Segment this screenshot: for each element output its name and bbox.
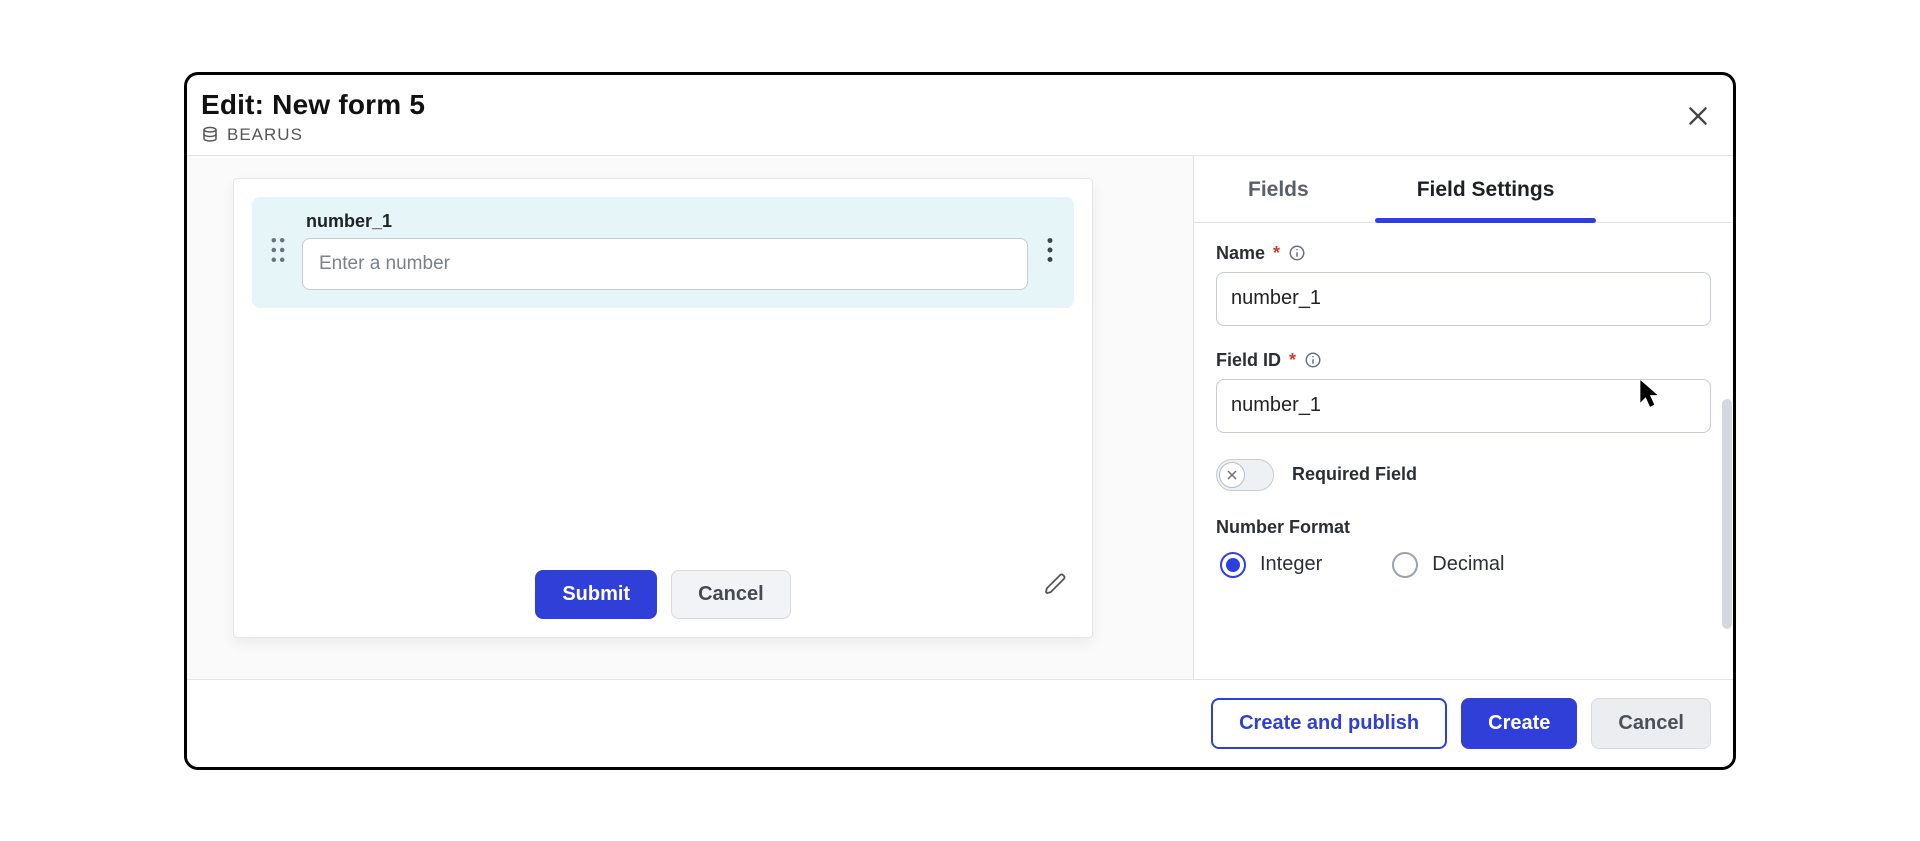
number-input[interactable] bbox=[302, 238, 1028, 290]
modal-header: Edit: New form 5 BEARUS bbox=[187, 75, 1733, 156]
radio-icon bbox=[1392, 552, 1418, 578]
radio-integer[interactable]: Integer bbox=[1220, 552, 1322, 578]
form-field-block[interactable]: number_1 bbox=[252, 197, 1074, 308]
name-label: Name bbox=[1216, 243, 1265, 264]
toggle-knob bbox=[1219, 462, 1245, 488]
field-main: number_1 bbox=[302, 211, 1028, 290]
field-id-input[interactable] bbox=[1216, 379, 1711, 433]
close-icon bbox=[1685, 103, 1711, 129]
sidebar-tabs: Fields Field Settings bbox=[1194, 156, 1733, 223]
create-and-publish-button[interactable]: Create and publish bbox=[1211, 698, 1447, 749]
drag-handle-icon[interactable] bbox=[268, 236, 288, 264]
scrollbar-thumb[interactable] bbox=[1722, 399, 1732, 629]
number-format-radio-group: Integer Decimal bbox=[1216, 552, 1711, 578]
field-name-input[interactable] bbox=[1216, 272, 1711, 326]
radio-label: Integer bbox=[1260, 553, 1322, 576]
create-button[interactable]: Create bbox=[1461, 698, 1577, 749]
settings-panel: Name * Field ID * bbox=[1194, 223, 1733, 679]
radio-decimal[interactable]: Decimal bbox=[1392, 552, 1504, 578]
required-toggle[interactable] bbox=[1216, 459, 1274, 491]
more-vertical-icon bbox=[1046, 237, 1054, 263]
breadcrumb: BEARUS bbox=[201, 125, 425, 145]
number-format-heading: Number Format bbox=[1216, 517, 1711, 538]
cancel-preview-button[interactable]: Cancel bbox=[671, 570, 791, 619]
form-card: number_1 Submit Cancel bbox=[233, 178, 1093, 638]
field-id-label-row: Field ID * bbox=[1216, 350, 1711, 371]
required-toggle-label: Required Field bbox=[1292, 464, 1417, 485]
close-button[interactable] bbox=[1681, 99, 1715, 133]
settings-sidebar: Fields Field Settings Name * Field ID * bbox=[1193, 156, 1733, 679]
name-label-row: Name * bbox=[1216, 243, 1711, 264]
x-small-icon bbox=[1226, 469, 1238, 481]
modal-footer: Create and publish Create Cancel bbox=[187, 679, 1733, 767]
tab-fields[interactable]: Fields bbox=[1216, 156, 1341, 222]
edit-actions-button[interactable] bbox=[1044, 572, 1068, 596]
project-name: BEARUS bbox=[227, 125, 303, 145]
form-canvas: number_1 Submit Cancel bbox=[187, 156, 1193, 679]
submit-button[interactable]: Submit bbox=[535, 570, 657, 619]
field-label: number_1 bbox=[306, 211, 1028, 232]
modal-window: Edit: New form 5 BEARUS bbox=[184, 72, 1736, 770]
title-block: Edit: New form 5 BEARUS bbox=[201, 89, 425, 145]
field-id-label: Field ID bbox=[1216, 350, 1281, 371]
tab-field-settings[interactable]: Field Settings bbox=[1385, 156, 1587, 222]
radio-icon bbox=[1220, 552, 1246, 578]
cancel-button[interactable]: Cancel bbox=[1591, 698, 1711, 749]
required-star-icon: * bbox=[1289, 350, 1296, 371]
pencil-icon bbox=[1044, 572, 1068, 596]
radio-label: Decimal bbox=[1432, 553, 1504, 576]
required-star-icon: * bbox=[1273, 243, 1280, 264]
required-toggle-row: Required Field bbox=[1216, 459, 1711, 491]
info-icon bbox=[1288, 244, 1306, 262]
page-title: Edit: New form 5 bbox=[201, 89, 425, 121]
database-icon bbox=[201, 126, 219, 144]
field-more-menu[interactable] bbox=[1042, 233, 1058, 267]
info-icon bbox=[1304, 351, 1322, 369]
form-actions: Submit Cancel bbox=[252, 550, 1074, 619]
modal-body: number_1 Submit Cancel bbox=[187, 156, 1733, 679]
